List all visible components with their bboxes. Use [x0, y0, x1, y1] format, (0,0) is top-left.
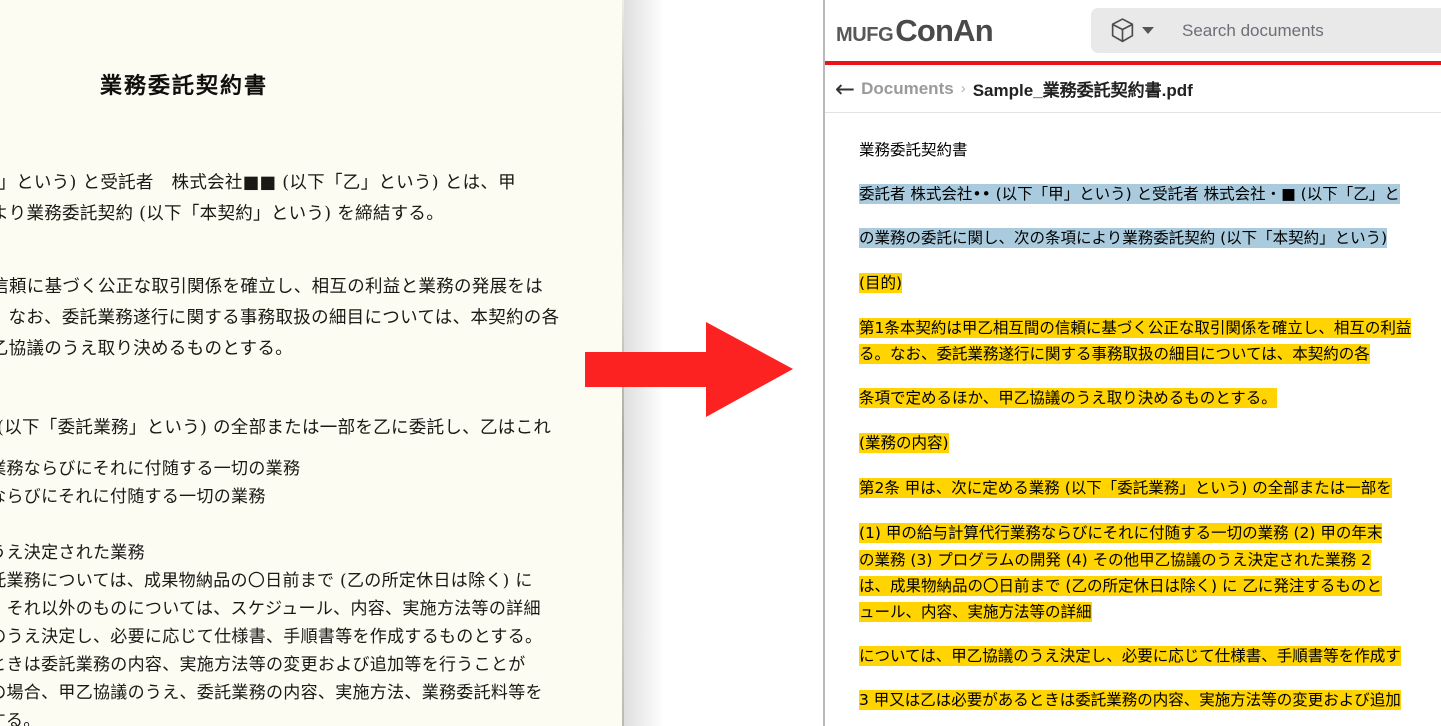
scanned-line: 甲乙協議のうえ決定し、必要に応じて仕様書、手順書等を作成するものとする。 — [0, 627, 543, 647]
doc-article-2-items: (1) 甲の給与計算代行業務ならびにそれに付随する一切の業務 (2) 甲の年末 — [859, 519, 1441, 547]
search-bar[interactable]: Search documents — [1091, 8, 1441, 53]
doc-text-highlight-yellow: の業務 (3) プログラムの開発 (4) その他甲乙協議のうえ決定された業務 2 — [859, 550, 1371, 570]
doc-text-highlight-blue: の業務の委託に関し、次の条項により業務委託契約 (以下「本契約」という) — [859, 228, 1388, 248]
scanned-paragraph-1: (以下「甲」という) と受託者 株式会社■■ (以下「乙」という) とは、甲 の… — [0, 168, 624, 230]
doc-article-3: 3 甲又は乙は必要があるときは委託業務の内容、実施方法等の変更および追加 — [859, 687, 1441, 713]
logo-conan-text: ConAn — [895, 12, 993, 48]
scanned-line: 乙協議のうえ決定された業務 — [0, 543, 145, 563]
scanned-line: 要があるときは委託業務の内容、実施方法等の変更および追加等を行うことが — [0, 655, 526, 675]
doc-text: 業務委託契約書 — [859, 141, 968, 159]
doc-paragraph-parties: 委託者 株式会社•• (以下「甲」という) と受託者 株式会社・■ (以下「乙」… — [859, 181, 1441, 207]
scanned-document-page: 業務委託契約書 (以下「甲」という) と受託者 株式会社■■ (以下「乙」という… — [0, 0, 624, 726]
doc-text-highlight-yellow: については、甲乙協議のうえ決定し、必要に応じて仕様書、手順書等を作成す — [859, 646, 1401, 666]
doc-article-2-items-cont-3: ュール、内容、実施方法等の詳細 — [859, 599, 1441, 625]
scanned-line: るものとする。 — [0, 711, 41, 726]
scanned-line: ものとし、それ以外のものについては、スケジュール、内容、実施方法等の詳細 — [0, 599, 541, 619]
doc-article-2-items-cont-1: の業務 (3) プログラムの開発 (4) その他甲乙協議のうえ決定された業務 2 — [859, 547, 1441, 573]
doc-article-2: 第2条 甲は、次に定める業務 (以下「委託業務」という) の全部または一部を — [859, 475, 1441, 501]
scanned-paragraph-3: める業務 (以下「委託業務」という) の全部または一部を乙に委託し、乙はこれ — [0, 413, 624, 444]
scanned-line: (以下「甲」という) と受託者 株式会社■■ (以下「乙」という) とは、甲 — [0, 173, 516, 193]
doc-text-highlight-blue: 委託者 株式会社•• (以下「甲」という) と受託者 株式会社・■ (以下「乙」… — [859, 184, 1400, 204]
doc-text-highlight-yellow: (業務の内容) — [859, 433, 949, 453]
conan-app-window: MUFG ConAn Search documents ← Documents — [823, 0, 1441, 726]
app-header: MUFG ConAn Search documents — [825, 0, 1441, 61]
doc-text-highlight-yellow: 条項で定めるほか、甲乙協議のうえ取り決めるものとする。 — [859, 388, 1277, 408]
doc-heading-purpose: (目的) — [859, 269, 1441, 297]
chevron-down-icon[interactable] — [1142, 27, 1154, 34]
doc-text-highlight-yellow: 3 甲又は乙は必要があるときは委託業務の内容、実施方法等の変更および追加 — [859, 690, 1401, 710]
scanned-line: 計算代行業務ならびにそれに付随する一切の業務 — [0, 459, 301, 479]
scanned-line: 的とする。なお、委託業務遂行に関する事務取扱の細目については、本契約の各 — [0, 308, 560, 328]
breadcrumb-parent-link[interactable]: Documents — [861, 79, 954, 99]
scanned-line: ほか、甲乙協議のうえ取り決めるものとする。 — [0, 339, 293, 359]
scanned-document-content: 業務委託契約書 (以下「甲」という) と受託者 株式会社■■ (以下「乙」という… — [0, 0, 624, 726]
document-text-viewer[interactable]: 業務委託契約書 委託者 株式会社•• (以下「甲」という) と受託者 株式会社・… — [825, 113, 1441, 726]
doc-text-highlight-yellow: は、成果物納品の〇日前まで (乙の所定休日は除く) に 乙に発注するものと — [859, 576, 1382, 596]
doc-heading-scope: (業務の内容) — [859, 429, 1441, 457]
scanned-line: める業務 (以下「委託業務」という) の全部または一部を乙に委託し、乙はこれ — [0, 418, 552, 438]
doc-article-1: 第1条本契約は甲乙相互間の信頼に基づく公正な取引関係を確立し、相互の利益 — [859, 315, 1441, 341]
scanned-line: ムの開発 — [0, 511, 624, 539]
arrow-right-icon — [585, 322, 793, 417]
app-logo[interactable]: MUFG ConAn — [836, 12, 994, 49]
scanned-document-title: 業務委託契約書 — [100, 73, 269, 99]
scanned-paragraph-2: 相互間の信頼に基づく公正な取引関係を確立し、相互の利益と業務の発展をは 的とする… — [0, 272, 624, 365]
screenshot-root: 業務委託契約書 (以下「甲」という) と受託者 株式会社■■ (以下「乙」という… — [0, 0, 1441, 726]
doc-text-highlight-yellow: (1) 甲の給与計算代行業務ならびにそれに付随する一切の業務 (2) 甲の年末 — [859, 523, 1383, 543]
doc-text-highlight-yellow: 第2条 甲は、次に定める業務 (以下「委託業務」という) の全部または一部を — [859, 478, 1392, 498]
search-input[interactable]: Search documents — [1182, 21, 1324, 41]
doc-text-highlight-yellow: (目的) — [859, 273, 903, 293]
doc-paragraph-title: 業務委託契約書 — [859, 137, 1441, 163]
breadcrumb-separator: › — [960, 80, 966, 97]
doc-text-highlight-yellow: 第1条本契約は甲乙相互間の信頼に基づく公正な取引関係を確立し、相互の利益 — [859, 318, 1412, 338]
breadcrumb-current-file: Sample_業務委託契約書.pdf — [972, 81, 1193, 100]
doc-text-highlight-yellow: ュール、内容、実施方法等の詳細 — [859, 602, 1092, 622]
scanned-paragraph-4: 計算代行業務ならびにそれに付随する一切の業務 調整事務ならびにそれに付随する一切… — [0, 455, 624, 726]
scanned-line: 掲げる委託業務については、成果物納品の〇日前まで (乙の所定休日は除く) に — [0, 571, 533, 591]
arrow-shaft — [585, 352, 712, 387]
scanned-line: 相互間の信頼に基づく公正な取引関係を確立し、相互の利益と業務の発展をは — [0, 277, 543, 297]
scanned-line: 調整事務ならびにそれに付随する一切の業務 — [0, 487, 266, 507]
breadcrumb: ← Documents › Sample_業務委託契約書.pdf — [825, 65, 1441, 113]
box-icon[interactable] — [1110, 17, 1135, 44]
doc-paragraph-parties-cont: の業務の委託に関し、次の条項により業務委託契約 (以下「本契約」という) — [859, 225, 1441, 251]
scanned-line: する。この場合、甲乙協議のうえ、委託業務の内容、実施方法、業務委託料等を — [0, 683, 543, 703]
arrow-head — [706, 322, 793, 417]
doc-article-2-tail: については、甲乙協議のうえ決定し、必要に応じて仕様書、手順書等を作成す — [859, 643, 1441, 669]
doc-text-highlight-yellow: る。なお、委託業務遂行に関する事務取扱の細目については、本契約の各 — [859, 344, 1370, 364]
logo-mufg-text: MUFG — [836, 23, 894, 46]
scanned-line: の条項により業務委託契約 (以下「本契約」という) を締結する。 — [0, 204, 445, 224]
arrow-left-icon[interactable]: ← — [835, 77, 855, 101]
doc-article-1-tail: 条項で定めるほか、甲乙協議のうえ取り決めるものとする。 — [859, 385, 1441, 411]
doc-article-1-cont: る。なお、委託業務遂行に関する事務取扱の細目については、本契約の各 — [859, 341, 1441, 367]
doc-article-2-items-cont-2: は、成果物納品の〇日前まで (乙の所定休日は除く) に 乙に発注するものと — [859, 573, 1441, 599]
